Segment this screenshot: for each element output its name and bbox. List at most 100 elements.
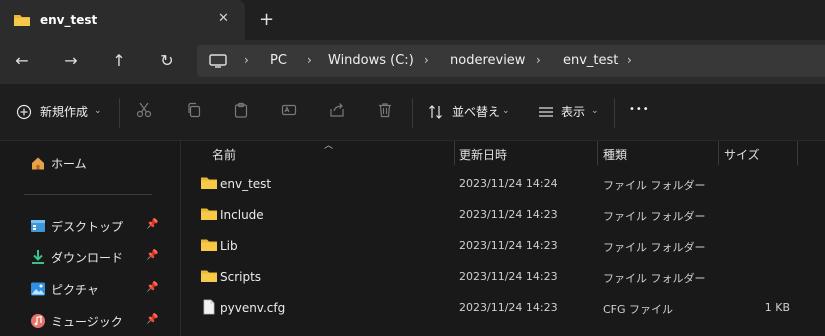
sort-button[interactable]: 並べ替え ⌄ [426,84,514,141]
pin-icon[interactable]: 📌 [146,219,158,230]
file-list: ︿ 名前 更新日時 種類 サイズ env_test 2023/11/24 14:… [182,141,825,336]
view-icon [539,107,553,117]
delete-icon[interactable] [377,102,393,118]
column-header-size[interactable]: サイズ [724,146,760,163]
sort-label: 並べ替え [452,105,501,119]
column-header-modified[interactable]: 更新日時 [459,146,507,163]
chevron-right-icon[interactable]: › [627,53,632,67]
chevron-right-icon[interactable]: › [244,53,249,67]
sort-ascending-icon: ︿ [324,141,334,151]
file-type: ファイル フォルダー [603,272,706,285]
chevron-right-icon[interactable]: › [536,53,541,67]
table-row[interactable]: Scripts 2023/11/24 14:23 ファイル フォルダー [182,262,825,293]
table-row[interactable]: Include 2023/11/24 14:23 ファイル フォルダー [182,200,825,231]
plus-circle-icon [16,104,32,120]
chevron-right-icon[interactable]: › [307,53,312,67]
new-button[interactable]: 新規作成 ⌄ [14,84,106,141]
pin-icon[interactable]: 📌 [146,282,158,293]
chevron-down-icon: ⌄ [591,106,599,116]
file-name: Lib [220,239,238,253]
divider [412,98,413,128]
file-modified: 2023/11/24 14:24 [459,177,558,190]
breadcrumb-env-test[interactable]: env_test [563,53,618,68]
view-label: 表示 [561,105,586,119]
file-modified: 2023/11/24 14:23 [459,270,558,283]
file-name: Include [220,208,264,222]
address-bar[interactable]: › PC › Windows (C:) › nodereview › env_t… [197,45,825,77]
divider [119,98,120,128]
pictures-icon [31,282,45,296]
sidebar-item-label: ダウンロード [51,251,124,265]
forward-icon[interactable]: → [60,50,82,72]
file-name: pyvenv.cfg [220,301,286,315]
download-icon [32,250,44,264]
folder-icon [201,270,217,282]
file-modified: 2023/11/24 14:23 [459,239,558,252]
column-divider[interactable] [597,141,598,165]
up-icon[interactable]: ↑ [108,50,130,72]
back-icon[interactable]: ← [11,50,33,72]
column-divider[interactable] [718,141,719,165]
refresh-icon[interactable]: ↻ [156,50,178,72]
file-type: ファイル フォルダー [603,179,706,192]
chevron-down-icon: ⌄ [502,106,510,116]
sidebar-item-label: デスクトップ [51,220,124,234]
command-bar: 新規作成 ⌄ 並べ替え ⌄ 表示 ⌄ ••• [0,84,825,141]
breadcrumb-nodereview[interactable]: nodereview [450,53,525,68]
column-header-type[interactable]: 種類 [603,146,627,163]
new-label: 新規作成 [40,105,89,119]
table-row[interactable]: env_test 2023/11/24 14:24 ファイル フォルダー [182,169,825,200]
view-button[interactable]: 表示 ⌄ [536,84,604,141]
music-icon [31,314,45,328]
rename-icon[interactable] [281,102,297,118]
folder-icon [201,177,217,189]
file-name: Scripts [220,270,262,284]
tab-strip: env_test ✕ + [0,0,825,40]
cut-icon[interactable] [136,102,152,118]
pin-icon[interactable]: 📌 [146,314,158,325]
sidebar-item-music[interactable]: ミュージック 📌 [0,307,170,335]
column-header-name[interactable]: 名前 [212,146,236,163]
desktop-icon [31,220,45,232]
navigation-pane: ホーム デスクトップ 📌 ダウンロード 📌 ピクチャ 📌 ミュージック 📌 [0,141,181,336]
share-icon[interactable] [329,102,345,118]
sort-icon [429,105,442,119]
sidebar-item-label: ピクチャ [51,283,99,297]
computer-icon [209,54,227,68]
copy-icon[interactable] [186,102,202,118]
table-row[interactable]: Lib 2023/11/24 14:23 ファイル フォルダー [182,231,825,262]
file-name: env_test [220,177,272,191]
sidebar-item-home[interactable]: ホーム [0,149,170,177]
divider [614,98,615,128]
file-type: ファイル フォルダー [603,241,706,254]
sidebar-item-pictures[interactable]: ピクチャ 📌 [0,275,170,303]
sidebar-item-downloads[interactable]: ダウンロード 📌 [0,243,170,271]
sidebar-item-label: ホーム [51,157,87,171]
address-row: ← → ↑ ↻ › PC › Windows (C:) › nodereview… [0,40,825,84]
paste-icon[interactable] [233,102,249,118]
sidebar-item-label: ミュージック [51,315,123,329]
chevron-right-icon[interactable]: › [424,53,429,67]
pin-icon[interactable]: 📌 [146,250,158,261]
tab-title: env_test [40,13,98,27]
table-row[interactable]: pyvenv.cfg 2023/11/24 14:23 CFG ファイル 1 K… [182,293,825,324]
new-tab-icon[interactable]: + [259,9,274,30]
column-divider[interactable] [454,141,455,165]
breadcrumb-pc[interactable]: PC [270,53,287,68]
close-icon[interactable]: ✕ [218,11,229,26]
file-size: 1 KB [764,301,790,314]
file-type: ファイル フォルダー [603,210,706,223]
more-options-icon[interactable]: ••• [629,104,650,115]
chevron-down-icon: ⌄ [94,106,102,116]
column-divider[interactable] [797,141,798,165]
folder-icon [201,208,217,220]
file-icon [203,299,215,315]
file-type: CFG ファイル [603,303,674,316]
breadcrumb-windows-c[interactable]: Windows (C:) [328,53,414,68]
tab-env-test[interactable]: env_test ✕ [0,0,245,40]
file-modified: 2023/11/24 14:23 [459,208,558,221]
divider [24,194,152,195]
file-modified: 2023/11/24 14:23 [459,301,558,314]
sidebar-item-desktop[interactable]: デスクトップ 📌 [0,212,170,240]
folder-icon [14,15,30,26]
